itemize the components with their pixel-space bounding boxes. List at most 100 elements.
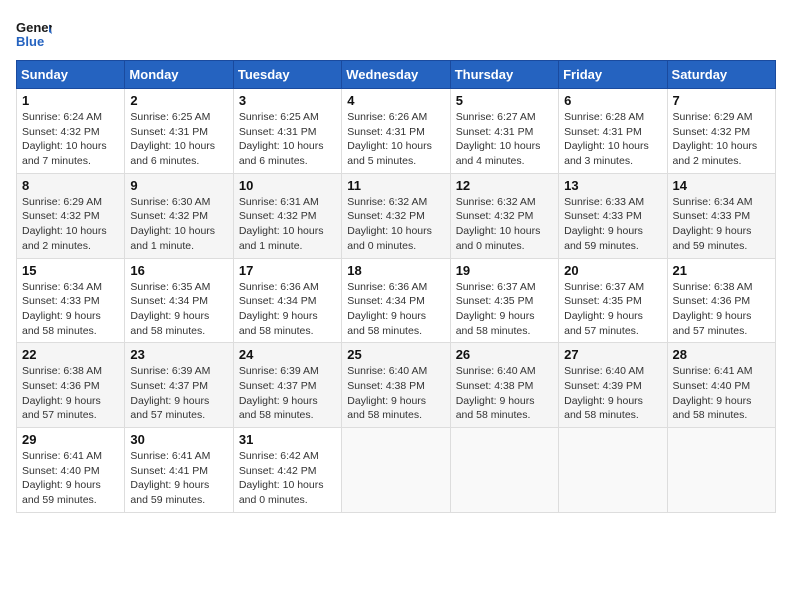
day-number: 28 bbox=[673, 347, 770, 362]
day-info: Sunrise: 6:41 AM Sunset: 4:41 PM Dayligh… bbox=[130, 449, 227, 508]
day-number: 7 bbox=[673, 93, 770, 108]
calendar-table: SundayMondayTuesdayWednesdayThursdayFrid… bbox=[16, 60, 776, 513]
day-info: Sunrise: 6:41 AM Sunset: 4:40 PM Dayligh… bbox=[673, 364, 770, 423]
day-info: Sunrise: 6:28 AM Sunset: 4:31 PM Dayligh… bbox=[564, 110, 661, 169]
calendar-cell: 31 Sunrise: 6:42 AM Sunset: 4:42 PM Dayl… bbox=[233, 428, 341, 513]
calendar-cell: 21 Sunrise: 6:38 AM Sunset: 4:36 PM Dayl… bbox=[667, 258, 775, 343]
day-info: Sunrise: 6:29 AM Sunset: 4:32 PM Dayligh… bbox=[22, 195, 119, 254]
day-number: 4 bbox=[347, 93, 444, 108]
day-info: Sunrise: 6:25 AM Sunset: 4:31 PM Dayligh… bbox=[239, 110, 336, 169]
day-info: Sunrise: 6:37 AM Sunset: 4:35 PM Dayligh… bbox=[456, 280, 553, 339]
day-number: 11 bbox=[347, 178, 444, 193]
day-number: 6 bbox=[564, 93, 661, 108]
day-number: 29 bbox=[22, 432, 119, 447]
day-number: 26 bbox=[456, 347, 553, 362]
calendar-week-row: 15 Sunrise: 6:34 AM Sunset: 4:33 PM Dayl… bbox=[17, 258, 776, 343]
calendar-cell: 17 Sunrise: 6:36 AM Sunset: 4:34 PM Dayl… bbox=[233, 258, 341, 343]
day-number: 9 bbox=[130, 178, 227, 193]
day-info: Sunrise: 6:40 AM Sunset: 4:38 PM Dayligh… bbox=[347, 364, 444, 423]
day-info: Sunrise: 6:29 AM Sunset: 4:32 PM Dayligh… bbox=[673, 110, 770, 169]
day-info: Sunrise: 6:36 AM Sunset: 4:34 PM Dayligh… bbox=[347, 280, 444, 339]
calendar-cell bbox=[559, 428, 667, 513]
calendar-week-row: 29 Sunrise: 6:41 AM Sunset: 4:40 PM Dayl… bbox=[17, 428, 776, 513]
day-number: 16 bbox=[130, 263, 227, 278]
svg-text:General: General bbox=[16, 20, 52, 35]
calendar-cell: 16 Sunrise: 6:35 AM Sunset: 4:34 PM Dayl… bbox=[125, 258, 233, 343]
calendar-week-row: 8 Sunrise: 6:29 AM Sunset: 4:32 PM Dayli… bbox=[17, 173, 776, 258]
day-info: Sunrise: 6:40 AM Sunset: 4:39 PM Dayligh… bbox=[564, 364, 661, 423]
day-info: Sunrise: 6:33 AM Sunset: 4:33 PM Dayligh… bbox=[564, 195, 661, 254]
day-number: 21 bbox=[673, 263, 770, 278]
calendar-week-row: 1 Sunrise: 6:24 AM Sunset: 4:32 PM Dayli… bbox=[17, 89, 776, 174]
day-of-week-header: Monday bbox=[125, 61, 233, 89]
page-header: General Blue bbox=[16, 16, 776, 52]
day-number: 12 bbox=[456, 178, 553, 193]
day-info: Sunrise: 6:30 AM Sunset: 4:32 PM Dayligh… bbox=[130, 195, 227, 254]
calendar-cell: 1 Sunrise: 6:24 AM Sunset: 4:32 PM Dayli… bbox=[17, 89, 125, 174]
day-of-week-header: Sunday bbox=[17, 61, 125, 89]
calendar-cell: 15 Sunrise: 6:34 AM Sunset: 4:33 PM Dayl… bbox=[17, 258, 125, 343]
calendar-cell: 5 Sunrise: 6:27 AM Sunset: 4:31 PM Dayli… bbox=[450, 89, 558, 174]
day-of-week-header: Friday bbox=[559, 61, 667, 89]
day-number: 25 bbox=[347, 347, 444, 362]
day-of-week-header: Wednesday bbox=[342, 61, 450, 89]
day-number: 2 bbox=[130, 93, 227, 108]
day-of-week-header: Tuesday bbox=[233, 61, 341, 89]
day-number: 23 bbox=[130, 347, 227, 362]
calendar-header-row: SundayMondayTuesdayWednesdayThursdayFrid… bbox=[17, 61, 776, 89]
logo: General Blue bbox=[16, 16, 52, 52]
calendar-cell: 22 Sunrise: 6:38 AM Sunset: 4:36 PM Dayl… bbox=[17, 343, 125, 428]
day-number: 17 bbox=[239, 263, 336, 278]
day-info: Sunrise: 6:25 AM Sunset: 4:31 PM Dayligh… bbox=[130, 110, 227, 169]
day-info: Sunrise: 6:38 AM Sunset: 4:36 PM Dayligh… bbox=[22, 364, 119, 423]
calendar-cell: 18 Sunrise: 6:36 AM Sunset: 4:34 PM Dayl… bbox=[342, 258, 450, 343]
day-number: 8 bbox=[22, 178, 119, 193]
day-info: Sunrise: 6:34 AM Sunset: 4:33 PM Dayligh… bbox=[673, 195, 770, 254]
calendar-cell: 29 Sunrise: 6:41 AM Sunset: 4:40 PM Dayl… bbox=[17, 428, 125, 513]
day-of-week-header: Saturday bbox=[667, 61, 775, 89]
calendar-cell bbox=[342, 428, 450, 513]
day-info: Sunrise: 6:38 AM Sunset: 4:36 PM Dayligh… bbox=[673, 280, 770, 339]
calendar-cell: 14 Sunrise: 6:34 AM Sunset: 4:33 PM Dayl… bbox=[667, 173, 775, 258]
day-number: 15 bbox=[22, 263, 119, 278]
day-info: Sunrise: 6:26 AM Sunset: 4:31 PM Dayligh… bbox=[347, 110, 444, 169]
calendar-cell: 20 Sunrise: 6:37 AM Sunset: 4:35 PM Dayl… bbox=[559, 258, 667, 343]
calendar-cell: 28 Sunrise: 6:41 AM Sunset: 4:40 PM Dayl… bbox=[667, 343, 775, 428]
calendar-cell: 3 Sunrise: 6:25 AM Sunset: 4:31 PM Dayli… bbox=[233, 89, 341, 174]
day-number: 31 bbox=[239, 432, 336, 447]
day-number: 22 bbox=[22, 347, 119, 362]
calendar-cell: 19 Sunrise: 6:37 AM Sunset: 4:35 PM Dayl… bbox=[450, 258, 558, 343]
day-info: Sunrise: 6:32 AM Sunset: 4:32 PM Dayligh… bbox=[347, 195, 444, 254]
day-info: Sunrise: 6:36 AM Sunset: 4:34 PM Dayligh… bbox=[239, 280, 336, 339]
day-of-week-header: Thursday bbox=[450, 61, 558, 89]
calendar-cell: 24 Sunrise: 6:39 AM Sunset: 4:37 PM Dayl… bbox=[233, 343, 341, 428]
day-info: Sunrise: 6:31 AM Sunset: 4:32 PM Dayligh… bbox=[239, 195, 336, 254]
day-info: Sunrise: 6:39 AM Sunset: 4:37 PM Dayligh… bbox=[130, 364, 227, 423]
day-info: Sunrise: 6:32 AM Sunset: 4:32 PM Dayligh… bbox=[456, 195, 553, 254]
day-number: 24 bbox=[239, 347, 336, 362]
calendar-cell bbox=[450, 428, 558, 513]
day-info: Sunrise: 6:24 AM Sunset: 4:32 PM Dayligh… bbox=[22, 110, 119, 169]
day-number: 30 bbox=[130, 432, 227, 447]
day-info: Sunrise: 6:37 AM Sunset: 4:35 PM Dayligh… bbox=[564, 280, 661, 339]
calendar-cell: 6 Sunrise: 6:28 AM Sunset: 4:31 PM Dayli… bbox=[559, 89, 667, 174]
day-info: Sunrise: 6:42 AM Sunset: 4:42 PM Dayligh… bbox=[239, 449, 336, 508]
day-info: Sunrise: 6:41 AM Sunset: 4:40 PM Dayligh… bbox=[22, 449, 119, 508]
calendar-cell: 23 Sunrise: 6:39 AM Sunset: 4:37 PM Dayl… bbox=[125, 343, 233, 428]
day-number: 20 bbox=[564, 263, 661, 278]
calendar-cell: 2 Sunrise: 6:25 AM Sunset: 4:31 PM Dayli… bbox=[125, 89, 233, 174]
calendar-cell: 27 Sunrise: 6:40 AM Sunset: 4:39 PM Dayl… bbox=[559, 343, 667, 428]
calendar-cell: 13 Sunrise: 6:33 AM Sunset: 4:33 PM Dayl… bbox=[559, 173, 667, 258]
calendar-cell: 11 Sunrise: 6:32 AM Sunset: 4:32 PM Dayl… bbox=[342, 173, 450, 258]
day-number: 5 bbox=[456, 93, 553, 108]
calendar-cell: 4 Sunrise: 6:26 AM Sunset: 4:31 PM Dayli… bbox=[342, 89, 450, 174]
svg-text:Blue: Blue bbox=[16, 34, 44, 49]
day-number: 3 bbox=[239, 93, 336, 108]
day-number: 10 bbox=[239, 178, 336, 193]
calendar-cell: 30 Sunrise: 6:41 AM Sunset: 4:41 PM Dayl… bbox=[125, 428, 233, 513]
calendar-cell: 8 Sunrise: 6:29 AM Sunset: 4:32 PM Dayli… bbox=[17, 173, 125, 258]
day-number: 27 bbox=[564, 347, 661, 362]
day-number: 18 bbox=[347, 263, 444, 278]
calendar-cell: 7 Sunrise: 6:29 AM Sunset: 4:32 PM Dayli… bbox=[667, 89, 775, 174]
calendar-cell: 25 Sunrise: 6:40 AM Sunset: 4:38 PM Dayl… bbox=[342, 343, 450, 428]
